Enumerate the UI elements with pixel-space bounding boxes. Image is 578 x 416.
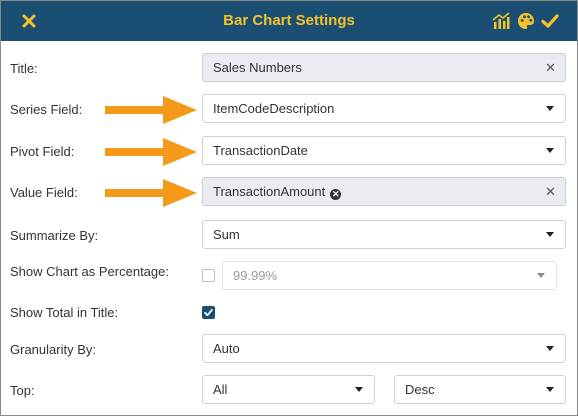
percentage-format-value: 99.99% — [233, 268, 278, 283]
top-count-select[interactable]: All — [202, 375, 375, 404]
granularity-select[interactable]: Auto — [202, 334, 566, 363]
pivot-field-value: TransactionDate — [213, 143, 308, 158]
check-icon[interactable] — [540, 11, 560, 31]
summarize-by-label: Summarize By: — [10, 228, 99, 243]
show-percentage-checkbox[interactable] — [202, 269, 215, 282]
dialog-header: Bar Chart Settings — [1, 1, 577, 41]
top-label: Top: — [10, 383, 35, 398]
top-order-select[interactable]: Desc — [394, 375, 566, 404]
arrow-annotation-series — [105, 96, 197, 124]
series-field-select[interactable]: ItemCodeDescription — [202, 94, 566, 123]
value-field-value: TransactionAmount — [213, 184, 326, 199]
chevron-down-icon — [546, 232, 554, 237]
summarize-by-value: Sum — [213, 227, 240, 242]
granularity-value: Auto — [213, 341, 240, 356]
title-value: Sales Numbers — [213, 60, 302, 75]
chevron-down-icon — [537, 273, 545, 278]
title-label: Title: — [10, 61, 38, 76]
palette-icon[interactable] — [516, 11, 536, 31]
chevron-down-icon — [546, 148, 554, 153]
chevron-down-icon — [546, 106, 554, 111]
bar-chart-settings-dialog: Bar Chart Settings Title: Sales Numbers … — [0, 0, 578, 416]
clear-value-field-icon[interactable]: ✕ — [545, 178, 556, 205]
chevron-down-icon — [546, 387, 554, 392]
value-field-select[interactable]: TransactionAmount ✕ ✕ — [202, 177, 566, 206]
summarize-by-select[interactable]: Sum — [202, 220, 566, 249]
show-percentage-label: Show Chart as Percentage: — [10, 264, 169, 279]
arrow-annotation-pivot — [105, 138, 197, 166]
clear-title-icon[interactable]: ✕ — [545, 54, 556, 81]
arrow-annotation-value — [105, 179, 197, 207]
show-total-checkbox[interactable] — [202, 306, 215, 319]
remove-chip-icon[interactable]: ✕ — [330, 189, 342, 200]
value-field-label: Value Field: — [10, 185, 78, 200]
value-field-chip: TransactionAmount ✕ — [213, 178, 342, 205]
title-input[interactable]: Sales Numbers ✕ — [202, 53, 566, 82]
percentage-format-select[interactable]: 99.99% — [222, 261, 557, 290]
series-field-value: ItemCodeDescription — [213, 101, 335, 116]
pivot-field-select[interactable]: TransactionDate — [202, 136, 566, 165]
top-count-value: All — [213, 382, 228, 397]
top-order-value: Desc — [405, 382, 435, 397]
chevron-down-icon — [355, 387, 363, 392]
show-total-label: Show Total in Title: — [10, 305, 119, 320]
chevron-down-icon — [546, 346, 554, 351]
checkmark-icon — [204, 308, 213, 317]
series-field-label: Series Field: — [10, 102, 83, 117]
chart-icon[interactable] — [491, 11, 511, 31]
granularity-label: Granularity By: — [10, 342, 96, 357]
pivot-field-label: Pivot Field: — [10, 144, 75, 159]
